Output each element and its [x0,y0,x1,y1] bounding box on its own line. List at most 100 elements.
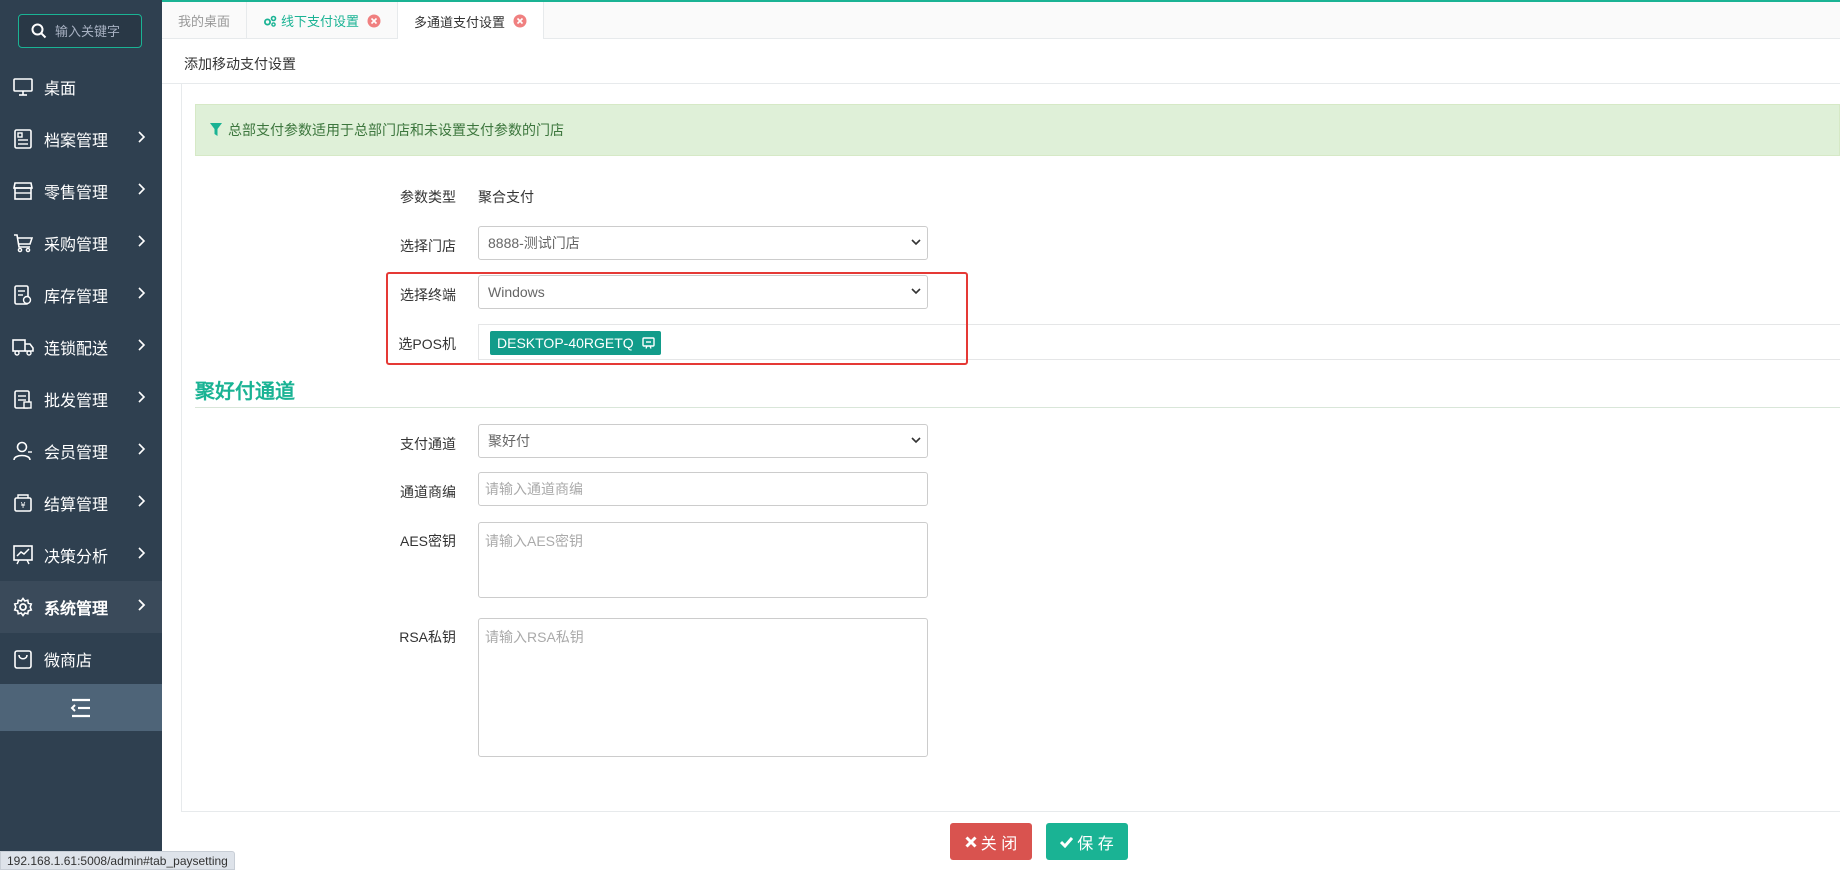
chevron-right-icon [138,495,146,507]
aes-label: AES密钥 [399,533,456,549]
terminal-select-value: Windows [488,284,545,300]
close-button-label: 关 闭 [980,835,1018,853]
sidebar-item-label: 决策分析 [44,549,109,566]
save-button[interactable]: 保 存 [1046,823,1128,860]
cart-icon [12,232,34,254]
sidebar-item-retail[interactable]: 零售管理 [0,165,162,217]
warehouse-icon [12,284,34,306]
sidebar-item-system[interactable]: 系统管理 [0,581,162,633]
sidebar-item-label: 连锁配送 [44,341,109,358]
search-input[interactable] [55,23,135,39]
status-url: 192.168.1.61:5008/admin#tab_paysetting [0,851,235,870]
bag-icon [12,648,34,670]
chevron-down-icon [911,437,921,444]
tab-label: 线下支付设置 [281,14,360,29]
merchant-input[interactable] [478,472,928,506]
chevron-right-icon [138,339,146,351]
terminal-label: 选择终端 [400,287,456,303]
rsa-textarea[interactable] [478,618,928,757]
chevron-right-icon [138,183,146,195]
save-button-label: 保 存 [1077,835,1114,853]
sidebar-item-inventory[interactable]: 库存管理 [0,269,162,321]
sidebar-item-label: 会员管理 [44,445,109,462]
channel-select-value: 聚好付 [488,433,530,449]
pos-select[interactable]: DESKTOP-40RGETQ [478,324,1840,360]
tab-my-desktop[interactable]: 我的桌面 [162,2,248,39]
sidebar-item-desktop[interactable]: 桌面 [0,61,162,113]
sidebar-item-wholesale[interactable]: 批发管理 [0,373,162,425]
close-icon[interactable] [513,14,527,28]
chevron-right-icon [138,599,146,611]
store-select-value: 8888-测试门店 [488,235,580,251]
sidebar-item-label: 桌面 [44,81,77,98]
sidebar-item-label: 微商店 [44,653,93,670]
close-button[interactable]: 关 闭 [950,823,1032,860]
chevron-right-icon [138,443,146,455]
aes-textarea[interactable] [478,522,928,598]
store-label: 选择门店 [400,238,456,254]
sidebar-search[interactable] [18,14,142,48]
chevron-right-icon [138,235,146,247]
page-title: 添加移动支付设置 [184,56,296,72]
chevron-right-icon [138,391,146,403]
pos-chip-label: DESKTOP-40RGETQ [497,335,634,351]
channel-label: 支付通道 [400,436,456,452]
check-icon [1060,836,1074,848]
chevron-right-icon [138,131,146,143]
store-select[interactable]: 8888-测试门店 [478,226,928,260]
sidebar-item-settlement[interactable]: ¥ 结算管理 [0,477,162,529]
search-icon [31,23,47,39]
cogs-icon [264,15,277,27]
rsa-label: RSA私钥 [399,629,456,645]
file-icon [12,128,34,150]
sidebar-item-archives[interactable]: 档案管理 [0,113,162,165]
tab-multi-channel-payment[interactable]: 多通道支付设置 [398,2,545,40]
sidebar-item-label: 档案管理 [44,133,109,150]
sidebar-collapse-button[interactable] [0,684,162,731]
filter-icon [210,123,222,136]
page-header: 添加移动支付设置 [162,39,1840,84]
tab-offline-payment[interactable]: 线下支付设置 [247,2,399,39]
sidebar-item-label: 库存管理 [44,289,109,306]
user-icon [12,440,34,462]
merchant-label: 通道商编 [400,484,456,500]
pos-chip[interactable]: DESKTOP-40RGETQ [490,331,661,355]
chart-icon [12,544,34,566]
alert-text: 总部支付参数适用于总部门店和未设置支付参数的门店 [228,122,564,138]
store-icon [12,180,34,202]
remove-chip-icon[interactable] [641,337,655,349]
sidebar-item-members[interactable]: 会员管理 [0,425,162,477]
terminal-select[interactable]: Windows [478,275,928,309]
channel-select[interactable]: 聚好付 [478,424,928,458]
close-icon [965,835,977,848]
gear-icon [12,596,34,618]
chevron-down-icon [911,288,921,295]
svg-text:¥: ¥ [20,501,25,510]
close-icon[interactable] [367,14,381,28]
section-divider [195,407,1840,408]
tab-label: 多通道支付设置 [414,14,506,30]
sidebar: 桌面 档案管理 零售管理 采购管理 库存管理 连锁配送 [0,0,162,870]
sidebar-item-label: 系统管理 [44,601,109,618]
sidebar-nav: 桌面 档案管理 零售管理 采购管理 库存管理 连锁配送 批发管理 会员管理 ¥ … [0,61,162,685]
settlement-icon: ¥ [12,492,34,514]
sidebar-item-label: 批发管理 [44,393,109,410]
sidebar-item-label: 零售管理 [44,185,109,202]
sidebar-item-label: 结算管理 [44,497,109,514]
monitor-icon [12,76,34,98]
sidebar-item-purchase[interactable]: 采购管理 [0,217,162,269]
sidebar-item-label: 采购管理 [44,237,109,254]
chevron-right-icon [138,287,146,299]
clipboard-icon [12,388,34,410]
truck-icon [12,336,34,358]
param-type-label: 参数类型 [400,189,456,205]
chevron-right-icon [138,547,146,559]
section-title: 聚好付通道 [195,381,295,403]
sidebar-item-distribution[interactable]: 连锁配送 [0,321,162,373]
info-alert: 总部支付参数适用于总部门店和未设置支付参数的门店 [195,104,1840,156]
chevron-down-icon [911,239,921,246]
sidebar-item-analysis[interactable]: 决策分析 [0,529,162,581]
menu-collapse-icon [70,698,90,717]
sidebar-item-microstore[interactable]: 微商店 [0,633,162,685]
tab-label: 我的桌面 [178,14,231,29]
